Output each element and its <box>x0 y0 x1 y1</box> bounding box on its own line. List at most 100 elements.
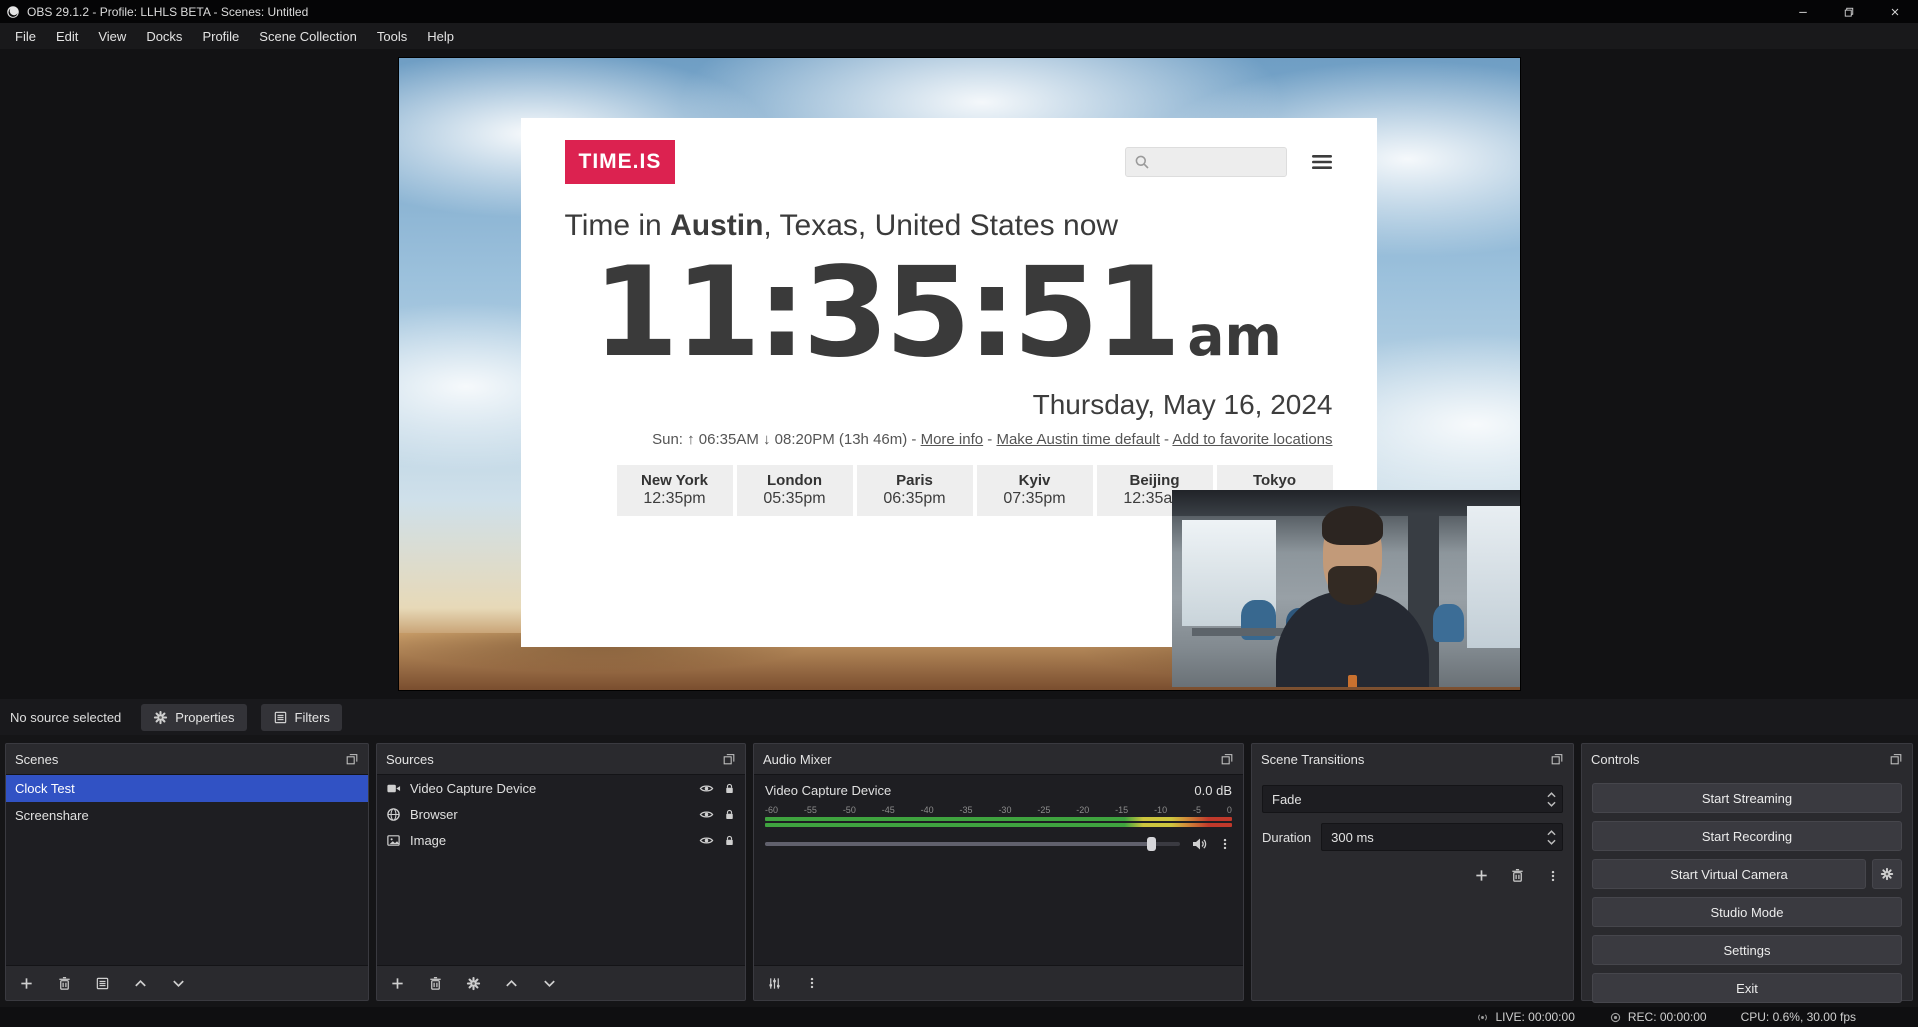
sources-toolbar <box>377 966 745 1000</box>
volume-meter-bar <box>765 817 1232 821</box>
controls-dock-header: Controls <box>1582 744 1912 774</box>
transition-select-arrows[interactable] <box>1540 786 1562 812</box>
source-item-browser[interactable]: Browser <box>377 801 745 827</box>
menu-view[interactable]: View <box>88 29 136 44</box>
menu-docks[interactable]: Docks <box>136 29 192 44</box>
image-icon <box>386 833 401 848</box>
popout-icon[interactable] <box>1550 752 1564 766</box>
obs-window: OBS 29.1.2 - Profile: LLHLS BETA - Scene… <box>0 0 1918 1027</box>
scene-item-clock-test[interactable]: Clock Test <box>6 775 368 802</box>
city-box-newyork: New York12:35pm <box>617 465 733 516</box>
minimize-button[interactable] <box>1780 0 1826 23</box>
audio-mixer-body: Video Capture Device 0.0 dB -60-55-50-45… <box>754 774 1243 966</box>
scene-transitions-header: Scene Transitions <box>1252 744 1573 774</box>
virtual-camera-config-button[interactable] <box>1872 859 1902 889</box>
gear-icon <box>153 710 168 725</box>
menu-file[interactable]: File <box>5 29 46 44</box>
visibility-eye-icon[interactable] <box>699 807 714 822</box>
kebab-menu-icon[interactable] <box>805 976 819 990</box>
add-source-button[interactable] <box>390 976 405 991</box>
lock-icon[interactable] <box>723 782 736 795</box>
timeis-search-box <box>1125 147 1287 177</box>
preview-canvas[interactable]: TIME.IS Time in Austin, Texas, United St… <box>399 58 1520 690</box>
volume-slider-handle[interactable] <box>1147 837 1156 851</box>
camera-icon <box>386 781 401 796</box>
globe-icon <box>386 807 401 822</box>
popout-icon[interactable] <box>1889 752 1903 766</box>
filters-button[interactable]: Filters <box>261 704 342 731</box>
maximize-button[interactable] <box>1826 0 1872 23</box>
obs-logo-icon <box>6 5 20 19</box>
rec-status: REC: 00:00:00 <box>1609 1010 1707 1024</box>
sources-dock: Sources Video Capture Device Browser <box>376 743 746 1001</box>
webcam-overlay <box>1172 490 1520 687</box>
menu-profile[interactable]: Profile <box>192 29 249 44</box>
advanced-audio-icon[interactable] <box>767 976 782 991</box>
properties-button[interactable]: Properties <box>141 704 246 731</box>
source-item-image[interactable]: Image <box>377 827 745 853</box>
volume-slider[interactable] <box>765 836 1180 852</box>
sources-dock-title: Sources <box>386 752 434 767</box>
close-icon <box>1889 6 1901 18</box>
visibility-eye-icon[interactable] <box>699 833 714 848</box>
remove-scene-button[interactable] <box>57 976 72 991</box>
add-scene-button[interactable] <box>19 976 34 991</box>
studio-mode-button[interactable]: Studio Mode <box>1592 897 1902 927</box>
start-recording-button[interactable]: Start Recording <box>1592 821 1902 851</box>
menu-edit[interactable]: Edit <box>46 29 88 44</box>
remove-transition-button[interactable] <box>1510 868 1525 883</box>
scenes-toolbar <box>6 966 368 1000</box>
duration-label: Duration <box>1262 830 1311 845</box>
move-source-up-button[interactable] <box>504 976 519 991</box>
webcam-person <box>1276 502 1429 687</box>
popout-icon[interactable] <box>1220 752 1234 766</box>
move-scene-down-button[interactable] <box>171 976 186 991</box>
settings-button[interactable]: Settings <box>1592 935 1902 965</box>
add-transition-button[interactable] <box>1474 868 1489 883</box>
lock-icon[interactable] <box>723 834 736 847</box>
source-item-video-capture[interactable]: Video Capture Device <box>377 775 745 801</box>
mixer-level-db: 0.0 dB <box>1194 783 1232 798</box>
move-scene-up-button[interactable] <box>133 976 148 991</box>
source-properties-button[interactable] <box>466 976 481 991</box>
close-button[interactable] <box>1872 0 1918 23</box>
duration-spin-arrows[interactable] <box>1540 824 1562 850</box>
dock-row: Scenes Clock Test Screenshare Sources <box>0 735 1918 1007</box>
exit-button[interactable]: Exit <box>1592 973 1902 1003</box>
start-streaming-button[interactable]: Start Streaming <box>1592 783 1902 813</box>
timeis-city-name: Austin <box>670 209 763 242</box>
scenes-dock: Scenes Clock Test Screenshare <box>5 743 369 1001</box>
transition-properties-kebab-icon[interactable] <box>1546 868 1560 883</box>
timeis-sun-line: Sun: ↑ 06:35AM ↓ 08:20PM (13h 46m) - Mor… <box>565 431 1333 448</box>
lock-icon[interactable] <box>723 808 736 821</box>
volume-meter-bar <box>765 823 1232 827</box>
filter-icon <box>273 710 288 725</box>
context-bar: No source selected Properties Filters <box>0 699 1918 735</box>
timeis-clock-row: 11:35:51 am <box>565 251 1333 375</box>
minimize-icon <box>1797 6 1809 18</box>
popout-icon[interactable] <box>722 752 736 766</box>
webcam-window-right <box>1467 506 1519 648</box>
menu-help[interactable]: Help <box>417 29 464 44</box>
scene-filters-button[interactable] <box>95 976 110 991</box>
speaker-icon[interactable] <box>1191 836 1207 852</box>
popout-icon[interactable] <box>345 752 359 766</box>
scenes-dock-title: Scenes <box>15 752 58 767</box>
titlebar: OBS 29.1.2 - Profile: LLHLS BETA - Scene… <box>0 0 1918 23</box>
remove-source-button[interactable] <box>428 976 443 991</box>
duration-spinbox[interactable]: 300 ms <box>1321 823 1563 851</box>
start-virtual-camera-button[interactable]: Start Virtual Camera <box>1592 859 1866 889</box>
favorite-link: Add to favorite locations <box>1172 431 1332 448</box>
restore-icon <box>1843 6 1855 18</box>
scene-transitions-dock: Scene Transitions Fade Duration 300 ms <box>1251 743 1574 1001</box>
kebab-menu-icon[interactable] <box>1218 837 1232 851</box>
move-source-down-button[interactable] <box>542 976 557 991</box>
timeis-date: Thursday, May 16, 2024 <box>565 389 1333 421</box>
transition-select[interactable]: Fade <box>1262 785 1563 813</box>
menu-tools[interactable]: Tools <box>367 29 417 44</box>
more-info-link: More info <box>921 431 984 448</box>
controls-body: Start Streaming Start Recording Start Vi… <box>1582 774 1912 1012</box>
scene-item-screenshare[interactable]: Screenshare <box>6 802 368 829</box>
visibility-eye-icon[interactable] <box>699 781 714 796</box>
menu-scene-collection[interactable]: Scene Collection <box>249 29 367 44</box>
